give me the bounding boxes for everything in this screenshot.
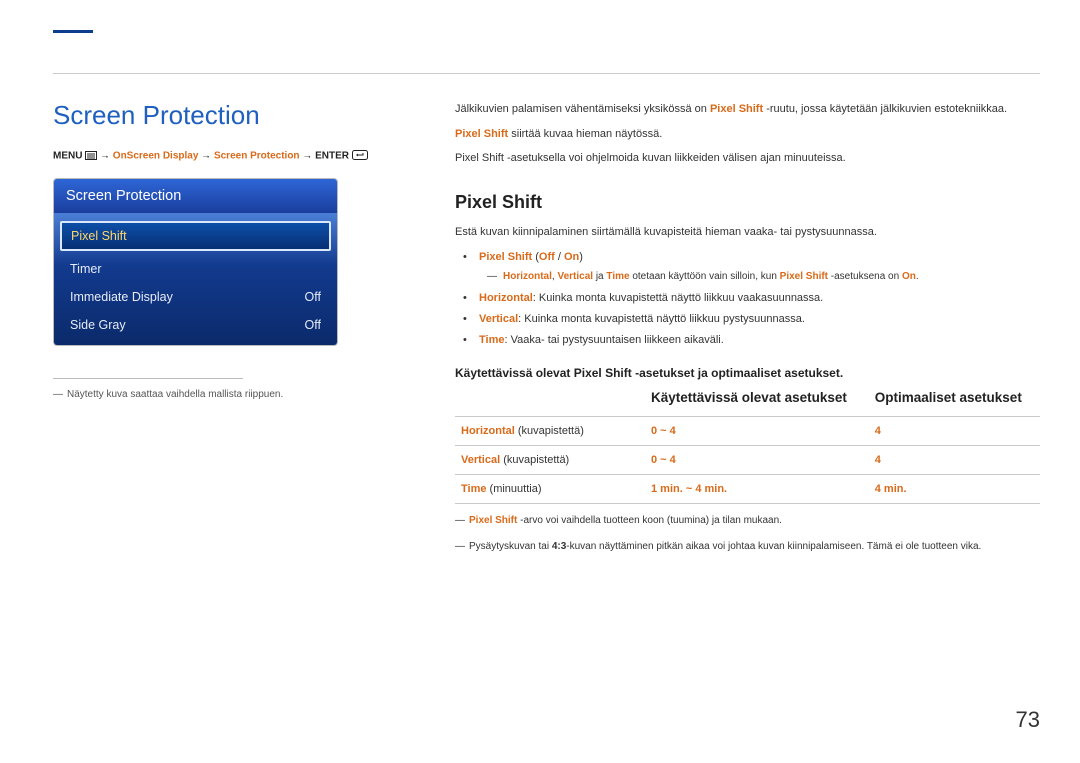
osd-row-value: Off bbox=[305, 318, 321, 332]
th-blank bbox=[455, 384, 645, 417]
table-row: Horizontal (kuvapistettä) 0 ~ 4 4 bbox=[455, 417, 1040, 446]
list-item: Horizontal: Kuinka monta kuvapistettä nä… bbox=[469, 289, 1040, 308]
end-note: ― Pysäytyskuvan tai 4:3-kuvan näyttämine… bbox=[455, 538, 1040, 556]
divider bbox=[53, 378, 243, 379]
intro-paragraph: Pixel Shift -asetuksella voi ohjelmoida … bbox=[455, 149, 1040, 168]
breadcrumb-arrow: → bbox=[302, 151, 315, 162]
dash-icon: ― bbox=[53, 389, 63, 400]
breadcrumb-item: OnScreen Display bbox=[113, 151, 199, 162]
dash-icon: ― bbox=[487, 268, 497, 285]
settings-table: Käytettävissä olevat asetukset Optimaali… bbox=[455, 384, 1040, 505]
section-title: Pixel Shift bbox=[455, 192, 1040, 213]
footnote: ― Näytetty kuva saattaa vaihdella mallist… bbox=[53, 389, 393, 400]
osd-row-label: Pixel Shift bbox=[71, 229, 127, 243]
list-item: Time: Vaaka- tai pystysuuntaisen liikkee… bbox=[469, 331, 1040, 350]
header-rule bbox=[53, 73, 1040, 74]
td-range: 0 ~ 4 bbox=[645, 417, 869, 446]
list-item: Vertical: Kuinka monta kuvapistettä näyt… bbox=[469, 310, 1040, 329]
enter-icon bbox=[352, 149, 368, 163]
dash-icon: ― bbox=[455, 538, 465, 556]
osd-row-pixel-shift[interactable]: Pixel Shift bbox=[60, 221, 331, 251]
breadcrumb-enter: ENTER bbox=[315, 151, 349, 162]
td-range: 1 min. ~ 4 min. bbox=[645, 475, 869, 504]
breadcrumb-arrow: → bbox=[201, 151, 214, 162]
table-row: Time (minuuttia) 1 min. ~ 4 min. 4 min. bbox=[455, 475, 1040, 504]
bullet-list: Pixel Shift (Off / On) ― Horizontal, Ver… bbox=[455, 248, 1040, 350]
osd-row-immediate-display[interactable]: Immediate Display Off bbox=[60, 283, 331, 311]
breadcrumb-menu: MENU bbox=[53, 151, 82, 162]
intro-paragraph: Jälkikuvien palamisen vähentämiseksi yks… bbox=[455, 100, 1040, 119]
td-label: Horizontal (kuvapistettä) bbox=[455, 417, 645, 446]
td-range: 0 ~ 4 bbox=[645, 446, 869, 475]
sub-note: ― Horizontal, Vertical ja Time otetaan k… bbox=[479, 268, 1040, 285]
td-label: Time (minuuttia) bbox=[455, 475, 645, 504]
osd-row-label: Side Gray bbox=[70, 318, 126, 332]
td-opt: 4 bbox=[869, 446, 1040, 475]
page-title: Screen Protection bbox=[53, 100, 393, 131]
menu-icon bbox=[85, 149, 97, 163]
table-header-row: Käytettävissä olevat asetukset Optimaali… bbox=[455, 384, 1040, 417]
osd-panel: Screen Protection Pixel Shift Timer Imme… bbox=[53, 178, 338, 346]
th-available: Käytettävissä olevat asetukset bbox=[645, 384, 869, 417]
end-note: ― Pixel Shift -arvo voi vaihdella tuotte… bbox=[455, 512, 1040, 530]
table-row: Vertical (kuvapistettä) 0 ~ 4 4 bbox=[455, 446, 1040, 475]
right-column: Jälkikuvien palamisen vähentämiseksi yks… bbox=[455, 100, 1040, 556]
dash-icon: ― bbox=[455, 512, 465, 530]
breadcrumb-item: Screen Protection bbox=[214, 151, 300, 162]
header-accent-bar bbox=[53, 30, 93, 33]
list-item: Pixel Shift (Off / On) ― Horizontal, Ver… bbox=[469, 248, 1040, 286]
osd-row-side-gray[interactable]: Side Gray Off bbox=[60, 311, 331, 339]
breadcrumb: MENU → OnScreen Display → Screen Protect… bbox=[53, 149, 393, 164]
td-label: Vertical (kuvapistettä) bbox=[455, 446, 645, 475]
section-desc: Estä kuvan kiinnipalaminen siirtämällä k… bbox=[455, 223, 1040, 242]
td-opt: 4 bbox=[869, 417, 1040, 446]
osd-row-label: Timer bbox=[70, 262, 101, 276]
subtitle: Käytettävissä olevat Pixel Shift -asetuk… bbox=[455, 366, 1040, 380]
osd-row-value: Off bbox=[305, 290, 321, 304]
th-optimal: Optimaaliset asetukset bbox=[869, 384, 1040, 417]
page-number: 73 bbox=[1016, 707, 1040, 733]
footnote-text: Näytetty kuva saattaa vaihdella mallista… bbox=[67, 389, 283, 400]
left-column: Screen Protection MENU → OnScreen Displa… bbox=[53, 100, 393, 400]
breadcrumb-arrow: → bbox=[100, 151, 113, 162]
osd-header: Screen Protection bbox=[54, 179, 337, 213]
intro-paragraph: Pixel Shift siirtää kuvaa hieman näytöss… bbox=[455, 125, 1040, 144]
osd-row-label: Immediate Display bbox=[70, 290, 173, 304]
osd-body: Pixel Shift Timer Immediate Display Off … bbox=[54, 213, 337, 345]
osd-row-timer[interactable]: Timer bbox=[60, 255, 331, 283]
td-opt: 4 min. bbox=[869, 475, 1040, 504]
